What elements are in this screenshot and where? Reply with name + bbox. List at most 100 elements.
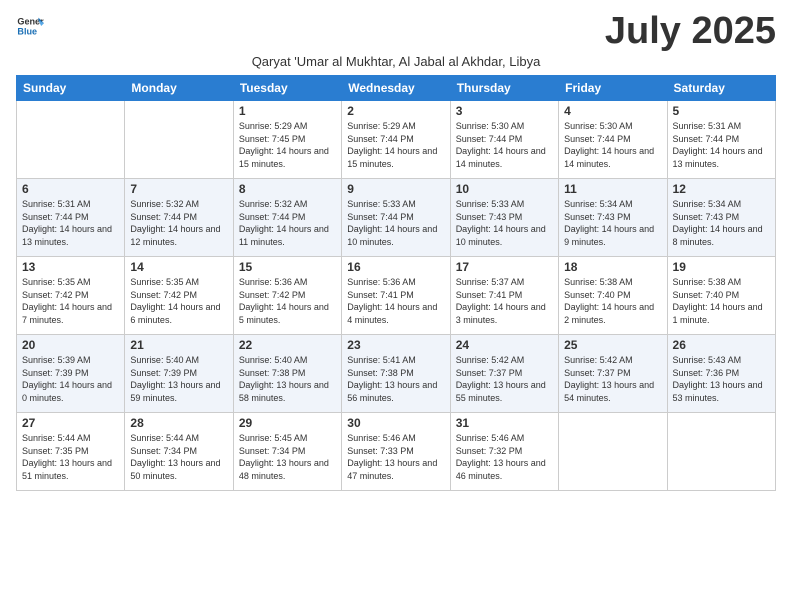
- subtitle: Qaryat 'Umar al Mukhtar, Al Jabal al Akh…: [16, 54, 776, 69]
- calendar-cell: 21 Sunrise: 5:40 AM Sunset: 7:39 PM Dayli…: [125, 335, 233, 413]
- day-info: Sunrise: 5:38 AM Sunset: 7:40 PM Dayligh…: [673, 276, 770, 326]
- day-info: Sunrise: 5:42 AM Sunset: 7:37 PM Dayligh…: [456, 354, 553, 404]
- day-number: 15: [239, 260, 336, 274]
- day-info: Sunrise: 5:42 AM Sunset: 7:37 PM Dayligh…: [564, 354, 661, 404]
- calendar-cell: [125, 101, 233, 179]
- calendar-cell: 19 Sunrise: 5:38 AM Sunset: 7:40 PM Dayli…: [667, 257, 775, 335]
- logo: General Blue: [16, 12, 44, 40]
- day-info: Sunrise: 5:33 AM Sunset: 7:44 PM Dayligh…: [347, 198, 444, 248]
- day-number: 11: [564, 182, 661, 196]
- day-number: 1: [239, 104, 336, 118]
- calendar-cell: 13 Sunrise: 5:35 AM Sunset: 7:42 PM Dayli…: [17, 257, 125, 335]
- page: General Blue July 2025 Qaryat 'Umar al M…: [0, 0, 792, 501]
- day-number: 25: [564, 338, 661, 352]
- calendar-cell: 25 Sunrise: 5:42 AM Sunset: 7:37 PM Dayli…: [559, 335, 667, 413]
- calendar-cell: 27 Sunrise: 5:44 AM Sunset: 7:35 PM Dayli…: [17, 413, 125, 491]
- day-number: 21: [130, 338, 227, 352]
- day-number: 22: [239, 338, 336, 352]
- day-info: Sunrise: 5:35 AM Sunset: 7:42 PM Dayligh…: [22, 276, 119, 326]
- header-saturday: Saturday: [667, 76, 775, 101]
- calendar-cell: 20 Sunrise: 5:39 AM Sunset: 7:39 PM Dayli…: [17, 335, 125, 413]
- day-number: 29: [239, 416, 336, 430]
- day-number: 16: [347, 260, 444, 274]
- day-number: 5: [673, 104, 770, 118]
- calendar-cell: 28Sunrise: 5:44 AM Sunset: 7:34 PM Dayli…: [125, 413, 233, 491]
- day-number: 27: [22, 416, 119, 430]
- day-info: Sunrise: 5:36 AM Sunset: 7:41 PM Dayligh…: [347, 276, 444, 326]
- calendar-cell: 1 Sunrise: 5:29 AM Sunset: 7:45 PM Daylig…: [233, 101, 341, 179]
- day-number: 4: [564, 104, 661, 118]
- calendar-cell: 12Sunrise: 5:34 AM Sunset: 7:43 PM Dayli…: [667, 179, 775, 257]
- calendar-cell: 2Sunrise: 5:29 AM Sunset: 7:44 PM Daylig…: [342, 101, 450, 179]
- day-info: Sunrise: 5:29 AM Sunset: 7:44 PM Dayligh…: [347, 120, 444, 170]
- day-number: 10: [456, 182, 553, 196]
- calendar-cell: 6Sunrise: 5:31 AM Sunset: 7:44 PM Daylig…: [17, 179, 125, 257]
- day-info: Sunrise: 5:44 AM Sunset: 7:35 PM Dayligh…: [22, 432, 119, 482]
- day-info: Sunrise: 5:32 AM Sunset: 7:44 PM Dayligh…: [239, 198, 336, 248]
- day-info: Sunrise: 5:34 AM Sunset: 7:43 PM Dayligh…: [673, 198, 770, 248]
- calendar-cell: 23 Sunrise: 5:41 AM Sunset: 7:38 PM Dayli…: [342, 335, 450, 413]
- day-number: 28: [130, 416, 227, 430]
- calendar-week-4: 27 Sunrise: 5:44 AM Sunset: 7:35 PM Dayli…: [17, 413, 776, 491]
- day-number: 19: [673, 260, 770, 274]
- calendar-cell: 31 Sunrise: 5:46 AM Sunset: 7:32 PM Dayli…: [450, 413, 558, 491]
- day-info: Sunrise: 5:41 AM Sunset: 7:38 PM Dayligh…: [347, 354, 444, 404]
- calendar-cell: 5Sunrise: 5:31 AM Sunset: 7:44 PM Daylig…: [667, 101, 775, 179]
- header-monday: Monday: [125, 76, 233, 101]
- day-info: Sunrise: 5:39 AM Sunset: 7:39 PM Dayligh…: [22, 354, 119, 404]
- calendar-cell: [667, 413, 775, 491]
- day-number: 24: [456, 338, 553, 352]
- day-number: 17: [456, 260, 553, 274]
- day-info: Sunrise: 5:38 AM Sunset: 7:40 PM Dayligh…: [564, 276, 661, 326]
- calendar-cell: 10Sunrise: 5:33 AM Sunset: 7:43 PM Dayli…: [450, 179, 558, 257]
- header-sunday: Sunday: [17, 76, 125, 101]
- day-info: Sunrise: 5:32 AM Sunset: 7:44 PM Dayligh…: [130, 198, 227, 248]
- calendar-cell: 7 Sunrise: 5:32 AM Sunset: 7:44 PM Daylig…: [125, 179, 233, 257]
- day-info: Sunrise: 5:40 AM Sunset: 7:38 PM Dayligh…: [239, 354, 336, 404]
- day-number: 18: [564, 260, 661, 274]
- calendar-cell: 24 Sunrise: 5:42 AM Sunset: 7:37 PM Dayli…: [450, 335, 558, 413]
- day-info: Sunrise: 5:29 AM Sunset: 7:45 PM Dayligh…: [239, 120, 336, 170]
- calendar-week-1: 6Sunrise: 5:31 AM Sunset: 7:44 PM Daylig…: [17, 179, 776, 257]
- calendar-cell: [559, 413, 667, 491]
- svg-text:Blue: Blue: [17, 26, 37, 36]
- day-info: Sunrise: 5:30 AM Sunset: 7:44 PM Dayligh…: [456, 120, 553, 170]
- day-info: Sunrise: 5:40 AM Sunset: 7:39 PM Dayligh…: [130, 354, 227, 404]
- calendar-cell: 3Sunrise: 5:30 AM Sunset: 7:44 PM Daylig…: [450, 101, 558, 179]
- day-number: 26: [673, 338, 770, 352]
- day-info: Sunrise: 5:37 AM Sunset: 7:41 PM Dayligh…: [456, 276, 553, 326]
- calendar-cell: 17 Sunrise: 5:37 AM Sunset: 7:41 PM Dayli…: [450, 257, 558, 335]
- calendar-cell: 30 Sunrise: 5:46 AM Sunset: 7:33 PM Dayli…: [342, 413, 450, 491]
- day-info: Sunrise: 5:43 AM Sunset: 7:36 PM Dayligh…: [673, 354, 770, 404]
- day-number: 31: [456, 416, 553, 430]
- day-info: Sunrise: 5:46 AM Sunset: 7:33 PM Dayligh…: [347, 432, 444, 482]
- day-info: Sunrise: 5:46 AM Sunset: 7:32 PM Dayligh…: [456, 432, 553, 482]
- calendar-cell: 4Sunrise: 5:30 AM Sunset: 7:44 PM Daylig…: [559, 101, 667, 179]
- header-thursday: Thursday: [450, 76, 558, 101]
- day-number: 14: [130, 260, 227, 274]
- calendar-cell: 14 Sunrise: 5:35 AM Sunset: 7:42 PM Dayli…: [125, 257, 233, 335]
- calendar-table: Sunday Monday Tuesday Wednesday Thursday…: [16, 75, 776, 491]
- logo-icon: General Blue: [16, 12, 44, 40]
- calendar-cell: 15 Sunrise: 5:36 AM Sunset: 7:42 PM Dayli…: [233, 257, 341, 335]
- calendar-cell: 18 Sunrise: 5:38 AM Sunset: 7:40 PM Dayli…: [559, 257, 667, 335]
- day-number: 8: [239, 182, 336, 196]
- calendar-cell: 8 Sunrise: 5:32 AM Sunset: 7:44 PM Daylig…: [233, 179, 341, 257]
- day-number: 7: [130, 182, 227, 196]
- day-info: Sunrise: 5:34 AM Sunset: 7:43 PM Dayligh…: [564, 198, 661, 248]
- calendar-cell: 16 Sunrise: 5:36 AM Sunset: 7:41 PM Dayli…: [342, 257, 450, 335]
- calendar-cell: [17, 101, 125, 179]
- day-info: Sunrise: 5:36 AM Sunset: 7:42 PM Dayligh…: [239, 276, 336, 326]
- day-number: 30: [347, 416, 444, 430]
- header-row: Sunday Monday Tuesday Wednesday Thursday…: [17, 76, 776, 101]
- day-number: 23: [347, 338, 444, 352]
- header-friday: Friday: [559, 76, 667, 101]
- calendar-week-2: 13 Sunrise: 5:35 AM Sunset: 7:42 PM Dayli…: [17, 257, 776, 335]
- day-number: 20: [22, 338, 119, 352]
- day-info: Sunrise: 5:35 AM Sunset: 7:42 PM Dayligh…: [130, 276, 227, 326]
- calendar-cell: 29Sunrise: 5:45 AM Sunset: 7:34 PM Dayli…: [233, 413, 341, 491]
- calendar-cell: 11 Sunrise: 5:34 AM Sunset: 7:43 PM Dayli…: [559, 179, 667, 257]
- day-number: 13: [22, 260, 119, 274]
- month-title: July 2025: [605, 12, 776, 50]
- calendar-week-3: 20 Sunrise: 5:39 AM Sunset: 7:39 PM Dayli…: [17, 335, 776, 413]
